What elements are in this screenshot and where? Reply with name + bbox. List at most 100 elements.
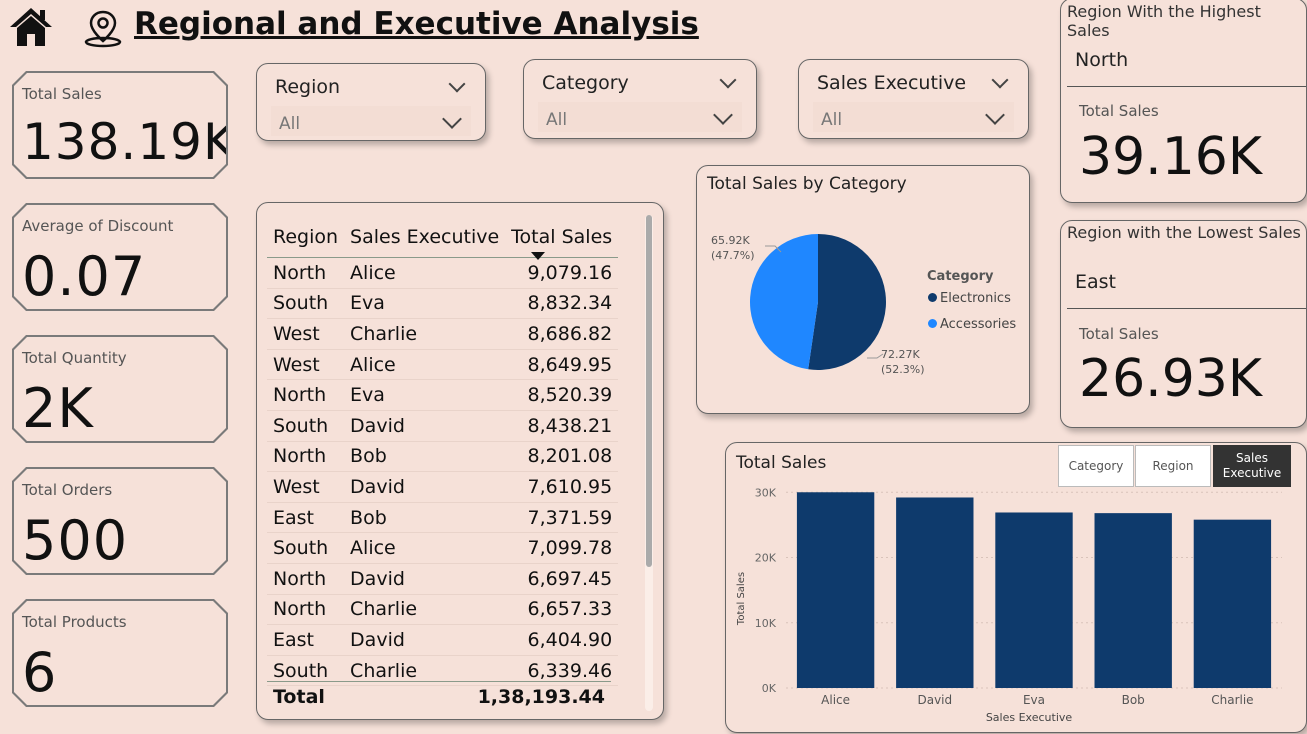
- bar-charlie[interactable]: [1193, 519, 1272, 688]
- sales-table-grid: Region Sales Executive Total Sales North…: [267, 217, 619, 687]
- y-tick-label: 30K: [755, 486, 777, 499]
- table-scrollbar[interactable]: [645, 215, 653, 711]
- column-header[interactable]: Total Sales: [505, 217, 618, 260]
- column-header-label: Total Sales: [511, 226, 613, 248]
- kpi-label: Average of Discount: [22, 217, 174, 235]
- cell-sales: 8,649.95: [505, 349, 619, 381]
- slicer-value: All: [546, 110, 568, 130]
- table-row[interactable]: East Bob 7,371.59: [267, 502, 619, 534]
- cell-region: North: [267, 257, 345, 289]
- chevron-down-icon[interactable]: [719, 71, 737, 89]
- bar-alice[interactable]: [796, 492, 875, 688]
- map-pin-icon: [82, 8, 124, 48]
- kpi-value: 2K: [22, 377, 94, 440]
- slicer-title: Category: [542, 72, 629, 94]
- cell-executive: David: [344, 410, 506, 442]
- table-row[interactable]: West Charlie 8,686.82: [267, 318, 619, 350]
- chevron-down-icon[interactable]: [991, 71, 1009, 89]
- cell-region: South: [267, 410, 345, 442]
- slice-label-electronics: 72.27K (52.3%): [881, 347, 925, 377]
- chevron-down-icon[interactable]: [442, 109, 462, 129]
- table-row[interactable]: North Bob 8,201.08: [267, 441, 619, 473]
- kpi-value: 500: [22, 509, 129, 572]
- table-row[interactable]: North Charlie 6,657.33: [267, 594, 619, 626]
- slicer-value: All: [821, 110, 843, 130]
- card-subtitle: Total Sales: [1079, 325, 1159, 343]
- sales-executive-slicer[interactable]: Sales Executive All: [798, 59, 1029, 139]
- bar-bob[interactable]: [1094, 513, 1172, 688]
- chevron-down-icon[interactable]: [713, 105, 733, 125]
- slice-label-accessories: 65.92K (47.7%): [711, 233, 755, 263]
- divider: [1067, 86, 1306, 87]
- bar-chart-svg: 0K 10K 20K 30K Alice David Eva Bob Charlie Sales …: [736, 486, 1282, 724]
- kpi-label: Total Orders: [22, 481, 113, 499]
- total-sales-bar-chart: Total Sales Category Region Sales Execut…: [725, 442, 1307, 733]
- x-tick-label: Charlie: [1211, 693, 1253, 707]
- page-title: Regional and Executive Analysis: [134, 6, 699, 42]
- total-label: Total: [273, 686, 325, 708]
- table-total-row: Total 1,38,193.44: [267, 681, 611, 718]
- cell-sales: 6,657.33: [505, 594, 619, 626]
- column-header[interactable]: Sales Executive: [344, 217, 505, 258]
- slicer-title: Sales Executive: [817, 72, 967, 94]
- card-value: 26.93K: [1079, 349, 1262, 409]
- card-title: Region with the Lowest Sales: [1067, 223, 1301, 242]
- slice-value: 72.27K: [881, 348, 920, 361]
- legend-item-electronics[interactable]: Electronics: [928, 291, 1011, 306]
- category-dropdown[interactable]: All: [538, 102, 742, 132]
- table-row[interactable]: West Alice 8,649.95: [267, 349, 619, 381]
- cell-executive: Eva: [344, 379, 506, 411]
- cell-executive: Bob: [344, 441, 506, 473]
- legend-label: Accessories: [940, 317, 1017, 332]
- card-value: 39.16K: [1079, 127, 1262, 187]
- cell-executive: Bob: [344, 502, 506, 534]
- y-tick-label: 10K: [755, 617, 777, 630]
- table-header: Region Sales Executive Total Sales: [267, 217, 619, 260]
- cell-executive: Alice: [344, 257, 506, 289]
- cell-sales: 7,610.95: [505, 471, 619, 503]
- kpi-label: Total Quantity: [22, 349, 127, 367]
- column-header[interactable]: Region: [267, 217, 344, 258]
- legend-title: Category: [927, 269, 994, 284]
- cell-executive: Charlie: [344, 318, 506, 350]
- category-pie-chart: Total Sales by Category Category Electro…: [696, 165, 1030, 414]
- table-row[interactable]: South Eva 8,832.34: [267, 288, 619, 320]
- table-row[interactable]: West David 7,610.95: [267, 471, 619, 503]
- slicer-title: Region: [275, 76, 341, 98]
- sales-executive-dropdown[interactable]: All: [813, 102, 1014, 132]
- cell-region: East: [267, 624, 345, 656]
- table-row[interactable]: North David 6,697.45: [267, 563, 619, 595]
- home-icon[interactable]: [8, 6, 54, 48]
- kpi-label: Total Sales: [22, 85, 102, 103]
- cell-sales: 6,404.90: [505, 624, 619, 656]
- pie-slice-electronics[interactable]: [808, 234, 886, 370]
- table-row[interactable]: East David 6,404.90: [267, 624, 619, 656]
- cell-executive: David: [344, 563, 506, 595]
- cell-sales: 8,520.39: [505, 379, 619, 411]
- pie-slice-accessories[interactable]: [749, 234, 818, 370]
- cell-executive: David: [344, 471, 506, 503]
- legend-item-accessories[interactable]: Accessories: [928, 317, 1016, 332]
- x-tick-label: David: [917, 693, 952, 707]
- table-row[interactable]: North Eva 8,520.39: [267, 379, 619, 411]
- chevron-down-icon[interactable]: [448, 75, 466, 93]
- sales-table: Region Sales Executive Total Sales North…: [256, 202, 664, 720]
- slice-percent: (47.7%): [711, 249, 755, 262]
- table-row[interactable]: South Alice 7,099.78: [267, 532, 619, 564]
- legend-label: Electronics: [940, 291, 1011, 306]
- region-slicer[interactable]: Region All: [256, 63, 486, 141]
- category-slicer[interactable]: Category All: [523, 59, 757, 139]
- cell-sales: 8,201.08: [505, 441, 619, 473]
- bar-david[interactable]: [896, 497, 974, 688]
- chevron-down-icon[interactable]: [985, 105, 1005, 125]
- card-title: Region With the Highest Sales: [1067, 2, 1261, 40]
- cell-executive: Charlie: [344, 594, 506, 626]
- y-tick-label: 20K: [755, 552, 777, 565]
- region-dropdown[interactable]: All: [271, 106, 471, 136]
- table-row[interactable]: South David 8,438.21: [267, 410, 619, 442]
- cell-executive: Eva: [344, 288, 506, 320]
- table-row[interactable]: North Alice 9,079.16: [267, 257, 619, 289]
- scrollbar-thumb[interactable]: [646, 215, 652, 567]
- y-axis-label: Total Sales: [736, 572, 747, 626]
- bar-eva[interactable]: [995, 512, 1073, 688]
